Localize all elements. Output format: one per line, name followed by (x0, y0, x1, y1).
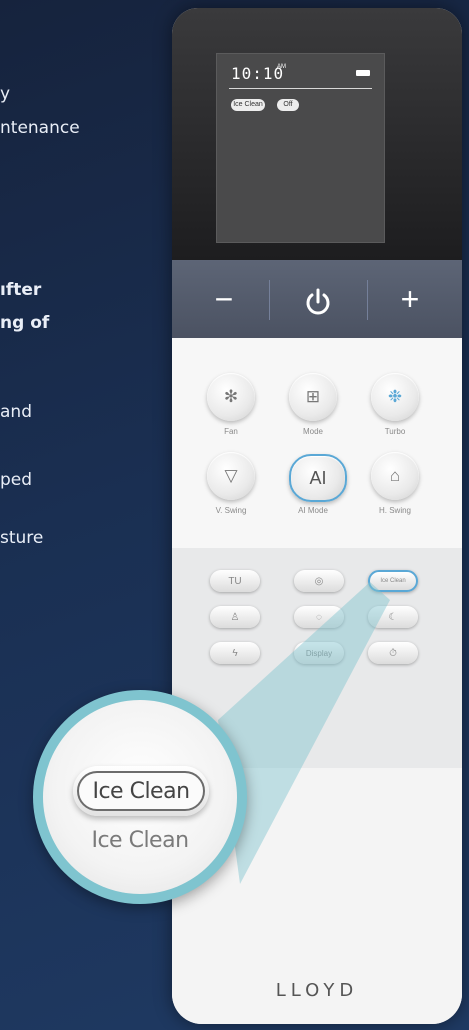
v-swing-button[interactable]: ▽ (207, 452, 255, 500)
control-divider (367, 280, 368, 320)
lcd-display: 10:10 AM Ice Clean Off (216, 53, 385, 243)
mode-button[interactable]: ⊞ (289, 373, 337, 421)
feature-text-line: sture (0, 528, 44, 548)
feature-text-line: y (0, 84, 11, 104)
lcd-divider (229, 88, 372, 89)
pill-button[interactable]: ◎ (294, 570, 344, 592)
turbo-icon: ❉ (387, 387, 403, 406)
ai-mode-text: AI (309, 467, 327, 488)
sleep-button[interactable]: ☾ (368, 606, 418, 628)
zoom-content: Ice Clean Ice Clean (43, 700, 237, 894)
display-text: Display (305, 648, 333, 658)
h-swing-label: H. Swing (378, 506, 411, 515)
control-divider (269, 280, 270, 320)
bolt-icon: ϟ (232, 647, 238, 659)
temp-up-button[interactable]: + (378, 260, 442, 338)
main-button-panel: ✻ Fan ⊞ Mode ❉ Turbo ▽ V. Swing AI AI Mo… (172, 338, 462, 548)
v-swing-icon: ▽ (224, 466, 238, 485)
ice-clean-button[interactable]: Ice Clean (368, 570, 418, 592)
zoom-ice-clean-button: Ice Clean (73, 766, 209, 816)
feature-heading-line: ıfter (0, 280, 42, 300)
sleep-icon: ☾ (388, 611, 398, 623)
power-button[interactable] (286, 260, 350, 338)
brand-logo: LLOYD (275, 980, 359, 1001)
grid-icon: ⊞ (305, 387, 321, 406)
feature-text-line: ntenance (0, 118, 80, 138)
pill-button[interactable]: TU (210, 570, 260, 592)
fan-icon: ✻ (223, 387, 239, 406)
temp-down-button[interactable]: − (192, 260, 256, 338)
ice-clean-text: Ice Clean (380, 578, 406, 584)
v-swing-label: V. Swing (215, 506, 247, 515)
ai-mode-label: AI Mode (298, 506, 328, 515)
lcd-state-pill: Off (277, 99, 299, 111)
ai-mode-button[interactable]: AI (289, 454, 347, 502)
feature-text-line: and (0, 402, 32, 422)
tu-icon: TU (228, 575, 242, 587)
fan-label: Fan (224, 427, 238, 436)
turbo-button[interactable]: ❉ (371, 373, 419, 421)
person-icon: ♙ (230, 611, 240, 623)
lcd-ampm: AM (277, 64, 286, 70)
turbo-label: Turbo (384, 427, 406, 436)
sensor-icon: ◌ (316, 611, 322, 623)
zoom-button-label: Ice Clean (91, 828, 189, 853)
circle-icon: ◎ (314, 575, 324, 587)
fan-button[interactable]: ✻ (207, 373, 255, 421)
zoom-callout: Ice Clean Ice Clean (33, 690, 247, 904)
battery-icon (356, 70, 370, 76)
zoom-button-text: Ice Clean (77, 771, 205, 811)
feature-heading-line: ng of (0, 313, 50, 333)
lcd-mode-pill: Ice Clean (231, 99, 265, 111)
mode-label: Mode (302, 427, 323, 436)
control-bar: − + (172, 260, 462, 338)
feature-text-line: ped (0, 470, 33, 490)
h-swing-button[interactable]: ⌂ (371, 452, 419, 500)
pill-button[interactable]: ϟ (210, 642, 260, 664)
timer-icon: ⏱ (389, 647, 397, 659)
power-icon (306, 288, 330, 314)
h-swing-icon: ⌂ (389, 466, 401, 485)
timer-button[interactable]: ⏱ (368, 642, 418, 664)
pill-button[interactable]: ♙ (210, 606, 260, 628)
display-button[interactable]: Display (294, 642, 344, 664)
remote-head: 10:10 AM Ice Clean Off (172, 8, 462, 260)
pill-button[interactable]: ◌ (294, 606, 344, 628)
